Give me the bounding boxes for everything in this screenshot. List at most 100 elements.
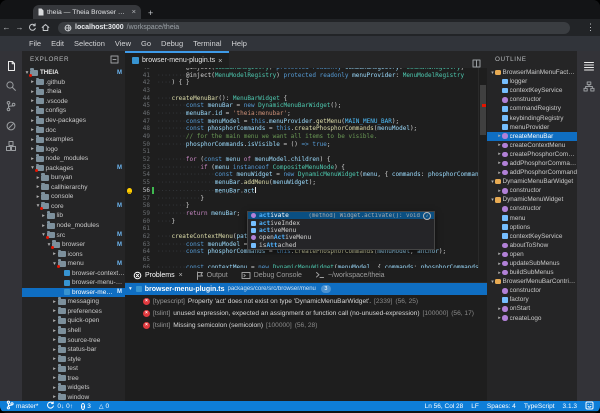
- tree-item-source-tree[interactable]: ▸source-tree: [22, 335, 125, 345]
- new-tab-button[interactable]: +: [148, 8, 153, 18]
- outline-item-menuProvider[interactable]: menuProvider: [487, 123, 577, 132]
- code-editor[interactable]: 40········@inject(CommandRegistry) prote…: [125, 68, 487, 268]
- tree-item-style[interactable]: ▸style: [22, 354, 125, 364]
- tree-item-messaging[interactable]: ▸messaging: [22, 297, 125, 307]
- menu-item-selection[interactable]: Selection: [69, 36, 110, 51]
- suggest-item-isAttached[interactable]: isAttached: [248, 242, 434, 249]
- tab-close-icon[interactable]: ×: [218, 56, 222, 65]
- debug-icon[interactable]: [0, 116, 22, 136]
- info-icon[interactable]: i: [423, 212, 431, 220]
- site-info-icon[interactable]: [64, 24, 72, 32]
- url-bar[interactable]: localhost:3000/workspace/theia: [58, 22, 570, 34]
- outline-item-createPhosphorCommands[interactable]: ▸createPhosphorCommands: [487, 150, 577, 159]
- tree-item-logo[interactable]: ▸logo: [22, 144, 125, 154]
- tree-item-callhierarchy[interactable]: ▸callhierarchy: [22, 183, 125, 193]
- outline-item-buildSubMenus[interactable]: ▸buildSubMenus: [487, 268, 577, 277]
- status-item[interactable]: Spaces: 4: [487, 403, 516, 410]
- outline-icon[interactable]: [578, 56, 600, 76]
- source-control-icon[interactable]: [0, 96, 22, 116]
- tree-item-doc[interactable]: ▸doc: [22, 125, 125, 135]
- status-item-sync-icon[interactable]: 0↓ 0↑: [46, 401, 73, 412]
- tab-close-icon[interactable]: ×: [179, 272, 183, 279]
- status-item-error-icon[interactable]: ×3: [81, 403, 91, 410]
- search-icon[interactable]: [0, 76, 22, 96]
- suggest-item-activeMenu[interactable]: activeMenu: [248, 227, 434, 234]
- menu-item-file[interactable]: File: [24, 36, 46, 51]
- problem-marker[interactable]: ×[tslint]unused expression, expected an …: [125, 307, 487, 319]
- outline-item-constructor[interactable]: constructor: [487, 286, 577, 295]
- tree-item-browser-menu-plugin.ts[interactable]: browser-menu-plugin.tsM: [22, 288, 125, 298]
- lightbulb-icon[interactable]: [127, 188, 132, 193]
- browser-tab[interactable]: theia — Theia Browser Example ×: [33, 5, 141, 19]
- outline-item-contextKeyService[interactable]: contextKeyService: [487, 232, 577, 241]
- outline-item-commandRegistry[interactable]: commandRegistry: [487, 104, 577, 113]
- tree-item-core[interactable]: ▾coreM: [22, 202, 125, 212]
- tab-close-icon[interactable]: ×: [132, 8, 136, 16]
- panel-tab-problems[interactable]: Problems×: [133, 271, 183, 280]
- tree-item-preferences[interactable]: ▸preferences: [22, 307, 125, 317]
- panel-tab-debug-console[interactable]: Debug Console: [241, 271, 302, 280]
- tree-item-shell[interactable]: ▸shell: [22, 326, 125, 336]
- reload-icon[interactable]: [26, 23, 39, 32]
- scrollbar-thumb[interactable]: [480, 85, 486, 135]
- outline-item-keybindingRegistry[interactable]: keybindingRegistry: [487, 113, 577, 122]
- status-item-warning-icon[interactable]: △0: [99, 403, 109, 410]
- outline-item-menu[interactable]: menu: [487, 214, 577, 223]
- tree-item-dev-packages[interactable]: ▸dev-packages: [22, 116, 125, 126]
- outline-item-BrowserMainMenuFactory[interactable]: ▾BrowserMainMenuFactory: [487, 68, 577, 77]
- suggest-item-activate[interactable]: activate(method) Widget.activate(): void…: [248, 212, 434, 219]
- outline-item-logger[interactable]: logger: [487, 77, 577, 86]
- outline-item-createLogo[interactable]: ▸createLogo: [487, 314, 577, 323]
- editor-scrollbar[interactable]: [478, 68, 487, 268]
- kebab-menu-icon[interactable]: ⋮: [586, 22, 595, 33]
- suggest-item-openActiveMenu[interactable]: openActiveMenu: [248, 234, 434, 241]
- tree-item-configs[interactable]: ▸configs: [22, 106, 125, 116]
- call-hierarchy-icon[interactable]: [578, 76, 600, 96]
- menu-item-edit[interactable]: Edit: [46, 36, 69, 51]
- outline-item-BrowserMenuBarContribution[interactable]: ▾BrowserMenuBarContribution: [487, 277, 577, 286]
- tree-item-console[interactable]: ▸console: [22, 192, 125, 202]
- outline-item-updateSubMenus[interactable]: ▸updateSubMenus: [487, 259, 577, 268]
- tree-item-browser-menu-module.ts[interactable]: browser-menu-module.ts: [22, 278, 125, 288]
- tree-item-bunyan[interactable]: ▸bunyan: [22, 173, 125, 183]
- problem-marker[interactable]: ×[typescript]Property 'act' does not exi…: [125, 295, 487, 307]
- outline-item-createContextMenu[interactable]: ▸createContextMenu: [487, 141, 577, 150]
- tree-item-lib[interactable]: ▸lib: [22, 211, 125, 221]
- tree-item-status-bar[interactable]: ▸status-bar: [22, 345, 125, 355]
- editor-tab[interactable]: browser-menu-plugin.ts ×: [125, 51, 229, 68]
- outline-item-onStart[interactable]: ▸onStart: [487, 304, 577, 313]
- outline-item-DynamicMenuBarWidget[interactable]: ▾DynamicMenuBarWidget: [487, 177, 577, 186]
- menu-item-go[interactable]: Go: [136, 36, 156, 51]
- outline-item-constructor[interactable]: constructor: [487, 95, 577, 104]
- tree-item-test[interactable]: ▸test: [22, 364, 125, 374]
- menu-item-debug[interactable]: Debug: [156, 36, 188, 51]
- tree-item-quick-open[interactable]: ▸quick-open: [22, 316, 125, 326]
- tree-item-browser-context-menu-renderer.ts[interactable]: browser-context-menu-renderer.ts: [22, 268, 125, 278]
- outline-item-options[interactable]: options: [487, 223, 577, 232]
- status-item[interactable]: TypeScript: [524, 403, 555, 410]
- tree-item-THEIA[interactable]: ▾THEIAM: [22, 68, 125, 78]
- tree-item-browser[interactable]: ▾browserM: [22, 240, 125, 250]
- tree-item-.github[interactable]: ▸.github: [22, 78, 125, 88]
- problems-file-group[interactable]: ▾ browser-menu-plugin.ts packages/core/s…: [125, 283, 487, 295]
- panel-tab--workspace-theia[interactable]: ~/workspace/theia: [315, 271, 385, 279]
- outline-item-factory[interactable]: factory: [487, 295, 577, 304]
- menu-item-view[interactable]: View: [110, 36, 136, 51]
- tree-item-packages[interactable]: ▾packagesM: [22, 163, 125, 173]
- tree-item-node_modules[interactable]: ▸node_modules: [22, 154, 125, 164]
- outline-item-createMenuBar[interactable]: ▸createMenuBar: [487, 132, 577, 141]
- outline-item-open[interactable]: ▸open: [487, 250, 577, 259]
- menu-item-help[interactable]: Help: [226, 36, 251, 51]
- collapse-all-icon[interactable]: [110, 55, 119, 64]
- tree-item-icons[interactable]: ▸icons: [22, 249, 125, 259]
- status-item[interactable]: Ln 56, Col 28: [425, 403, 464, 410]
- extensions-icon[interactable]: [0, 136, 22, 156]
- outline-item-aboutToShow[interactable]: aboutToShow: [487, 241, 577, 250]
- tree-item-.theia[interactable]: ▸.theia: [22, 87, 125, 97]
- status-item[interactable]: LF: [471, 403, 479, 410]
- menu-item-terminal[interactable]: Terminal: [188, 36, 226, 51]
- outline-item-constructor[interactable]: constructor: [487, 204, 577, 213]
- tree-item-examples[interactable]: ▸examples: [22, 135, 125, 145]
- home-icon[interactable]: [39, 23, 52, 32]
- status-item-git-branch-icon[interactable]: master*: [6, 400, 38, 412]
